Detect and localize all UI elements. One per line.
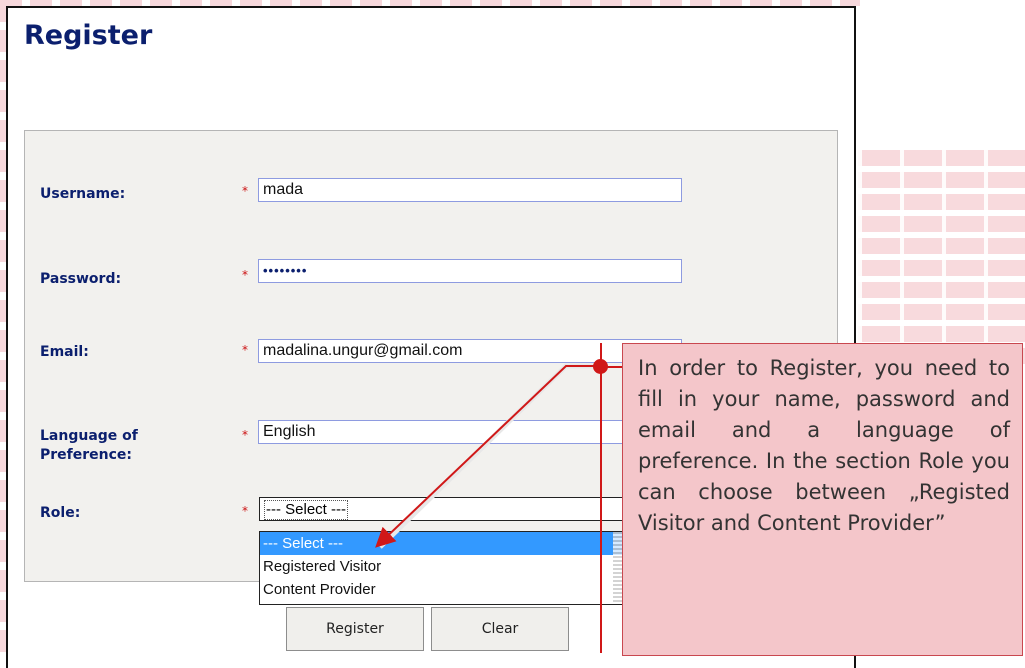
callout-connector-line	[600, 343, 602, 653]
callout-text: In order to Register, you need to fill i…	[638, 356, 1010, 535]
callout-anchor-dot	[593, 359, 608, 374]
